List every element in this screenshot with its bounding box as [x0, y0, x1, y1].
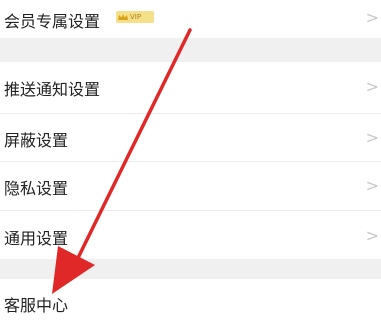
section-gap — [0, 38, 381, 62]
vip-badge: VIP — [116, 11, 154, 23]
settings-item-block[interactable]: 屏蔽设置 > — [0, 114, 381, 161]
chevron-right-icon: > — [365, 176, 379, 195]
vip-badge-text: VIP — [130, 13, 142, 21]
settings-item-customer-service[interactable]: 客服中心 — [0, 279, 381, 322]
settings-item-label: 通用设置 — [4, 229, 69, 248]
chevron-right-icon: > — [365, 226, 379, 245]
settings-item-label: 推送通知设置 — [4, 80, 101, 99]
settings-item-vip[interactable]: 会员专属设置 VIP > — [0, 0, 381, 38]
settings-item-privacy[interactable]: 隐私设置 > — [0, 162, 381, 210]
settings-item-label: 隐私设置 — [4, 179, 69, 198]
crown-icon — [118, 14, 128, 20]
chevron-right-icon: > — [365, 8, 379, 27]
settings-item-label: 屏蔽设置 — [4, 131, 69, 150]
settings-item-label: 会员专属设置 — [4, 12, 101, 31]
chevron-right-icon: > — [365, 128, 379, 147]
settings-item-general[interactable]: 通用设置 > — [0, 211, 381, 259]
settings-item-push[interactable]: 推送通知设置 > — [0, 62, 381, 113]
section-gap — [0, 259, 381, 279]
settings-item-label: 客服中心 — [4, 296, 69, 315]
chevron-right-icon: > — [365, 77, 379, 96]
